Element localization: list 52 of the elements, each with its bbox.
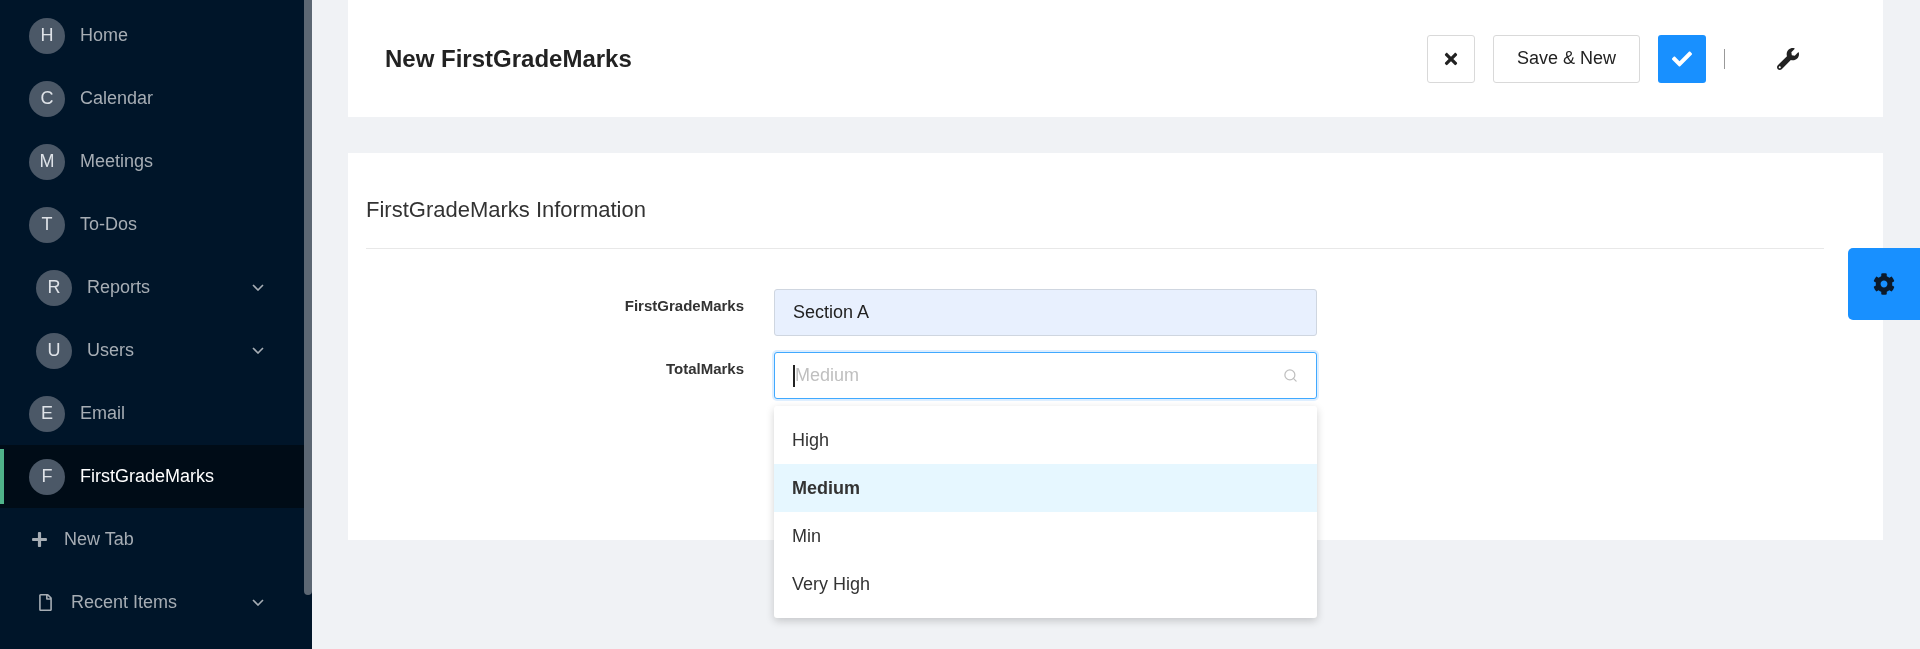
avatar-initial: R: [36, 269, 72, 306]
field-label: TotalMarks: [664, 359, 745, 379]
sidebar-label: Users: [87, 339, 134, 362]
avatar-initial: U: [36, 332, 72, 369]
save-new-button[interactable]: Save & New: [1492, 34, 1640, 83]
dropdown-option[interactable]: High: [774, 416, 1317, 464]
sidebar-item[interactable]: T To-Dos: [0, 193, 304, 256]
page-title: New FirstGradeMarks: [385, 43, 632, 74]
avatar-initial: T: [29, 206, 65, 243]
sidebar-label: FirstGradeMarks: [80, 465, 214, 488]
sidebar-label: Email: [80, 402, 125, 425]
active-indicator: [0, 449, 4, 504]
placeholder-text: Medium: [795, 364, 860, 387]
section-title: FirstGradeMarks Information: [366, 196, 647, 224]
sidebar-label: Meetings: [80, 150, 154, 173]
sidebar-label: Home: [80, 24, 128, 47]
settings-tab-button[interactable]: [1848, 248, 1920, 320]
chevron-down-icon: [252, 347, 264, 354]
sidebar-item[interactable]: U Users: [0, 319, 304, 382]
sidebar-label: Calendar: [80, 87, 154, 110]
sidebar-label: Recent Items: [71, 591, 178, 614]
sidebar-label: New Tab: [64, 528, 134, 551]
text-cursor: [793, 364, 795, 387]
dropdown-option[interactable]: Medium: [774, 464, 1317, 512]
avatar-initial: H: [29, 17, 65, 54]
sidebar-label: Reports: [87, 276, 151, 299]
dropdown-option[interactable]: Min: [774, 512, 1317, 560]
sidebar-item[interactable]: M Meetings: [0, 130, 304, 193]
dropdown-option[interactable]: Very High: [774, 560, 1317, 608]
sidebar-item[interactable]: F FirstGradeMarks: [0, 445, 304, 508]
avatar-initial: F: [29, 458, 65, 495]
avatar-initial: E: [29, 395, 65, 432]
chevron-down-icon: [252, 284, 264, 291]
plus-icon: [31, 531, 48, 548]
sidebar-item[interactable]: Recent Items: [0, 571, 304, 634]
sidebar-item[interactable]: C Calendar: [0, 67, 304, 130]
sidebar-item[interactable]: New Tab: [0, 508, 304, 571]
file-icon: [38, 594, 53, 611]
avatar-initial: C: [29, 80, 65, 117]
sidebar-item[interactable]: H Home: [0, 4, 304, 67]
close-button[interactable]: [1426, 34, 1475, 83]
avatar-initial: M: [29, 143, 65, 180]
text-field[interactable]: Section A: [774, 289, 1317, 336]
wrench-icon: [1777, 47, 1799, 70]
search-icon: [1283, 368, 1298, 383]
sidebar-item[interactable]: E Email: [0, 382, 304, 445]
sidebar-label: To-Dos: [80, 213, 137, 236]
save-button[interactable]: [1658, 34, 1706, 83]
settings-icon: [1873, 273, 1895, 295]
field-label: FirstGradeMarks: [623, 296, 745, 316]
sidebar-item[interactable]: R Reports: [0, 256, 304, 319]
chevron-down-icon: [252, 599, 264, 606]
